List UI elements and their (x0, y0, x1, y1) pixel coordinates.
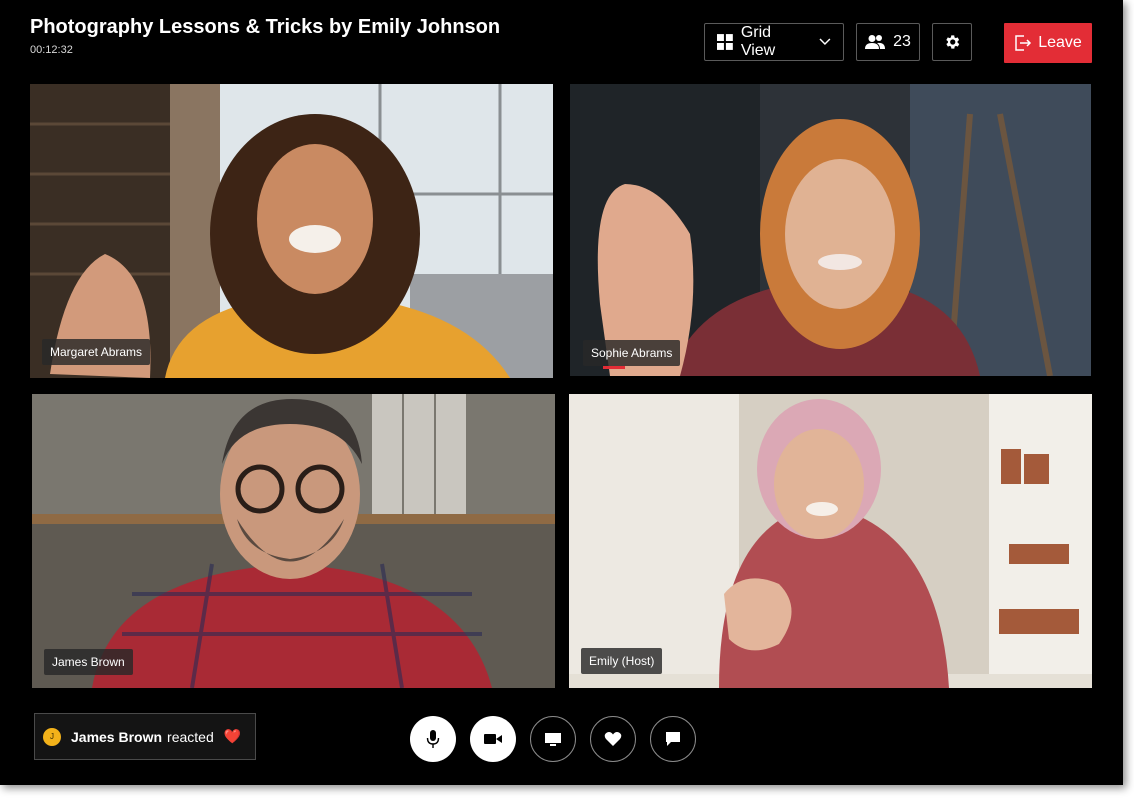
participant-video (32, 394, 555, 688)
participants-button[interactable]: 23 (856, 23, 920, 61)
video-tile-margaret[interactable]: Margaret Abrams (30, 84, 553, 378)
participant-name-tag: Sophie Abrams (583, 340, 681, 366)
participant-video (30, 84, 553, 378)
camera-button[interactable] (470, 716, 516, 762)
microphone-icon (426, 730, 440, 748)
microphone-button[interactable] (410, 716, 456, 762)
grid-icon (717, 34, 733, 50)
people-icon (865, 35, 886, 49)
reaction-notification: J James Brown reacted ❤️ (34, 713, 256, 760)
heart-icon (604, 732, 622, 746)
gear-icon (946, 35, 960, 49)
grid-view-dropdown[interactable]: Grid View (704, 23, 844, 61)
leave-label: Leave (1038, 34, 1082, 51)
meeting-window: Photography Lessons & Tricks by Emily Jo… (0, 0, 1123, 785)
reaction-user-name: James Brown (71, 728, 163, 745)
view-label: Grid View (740, 24, 776, 59)
video-tile-james[interactable]: James Brown (32, 394, 555, 688)
chevron-down-icon (819, 38, 831, 46)
meeting-title: Photography Lessons & Tricks by Emily Jo… (30, 16, 501, 38)
leave-button[interactable]: Leave (1004, 23, 1092, 63)
settings-button[interactable] (932, 23, 972, 61)
avatar: J (43, 727, 61, 746)
participant-name-tag: Margaret Abrams (42, 339, 151, 365)
meeting-timer: 00:12:32 (30, 44, 73, 56)
heart-emoji: ❤️ (223, 728, 242, 744)
participant-count: 23 (893, 33, 911, 50)
video-tile-sophie[interactable]: Sophie Abrams (570, 84, 1091, 376)
participant-name-tag: Emily (Host) (581, 648, 663, 674)
chat-icon (666, 732, 680, 746)
speaking-indicator (603, 366, 625, 369)
chat-button[interactable] (650, 716, 696, 762)
participant-video (569, 394, 1092, 688)
exit-icon (1015, 35, 1032, 51)
reaction-text: reacted (167, 728, 214, 745)
video-camera-icon (484, 734, 502, 744)
video-tile-emily-host[interactable]: Emily (Host) (569, 394, 1092, 688)
participant-video (570, 84, 1091, 376)
screen-share-icon (545, 733, 561, 746)
participant-name-tag: James Brown (44, 649, 133, 675)
react-button[interactable] (590, 716, 636, 762)
screen-share-button[interactable] (530, 716, 576, 762)
